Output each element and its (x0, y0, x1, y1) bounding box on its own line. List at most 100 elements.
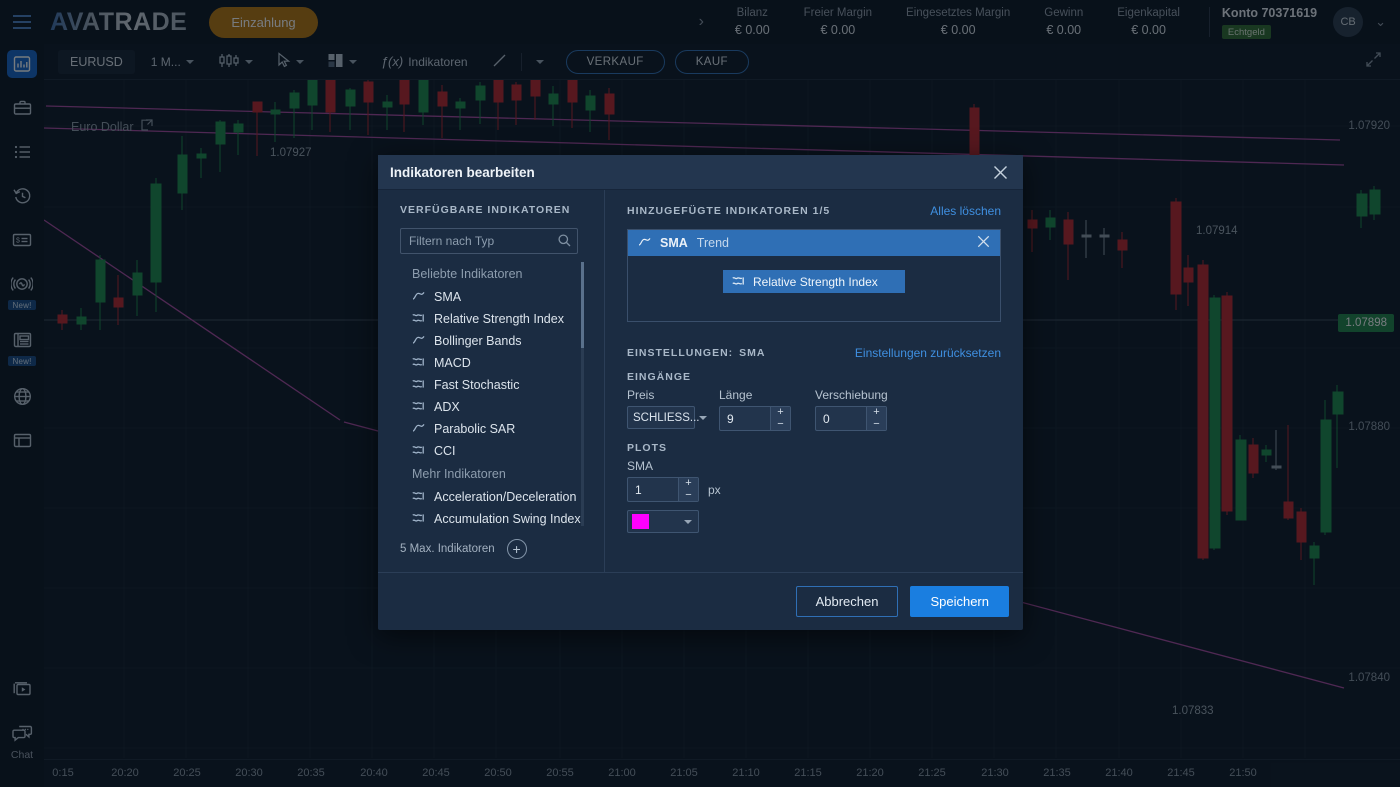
indicator-item-accumulation-swing-index[interactable]: Accumulation Swing Index (400, 508, 581, 526)
available-indicators-heading: VERFÜGBARE INDIKATOREN (400, 204, 571, 216)
dragging-indicator-ghost[interactable]: Relative Strength Index (723, 270, 905, 293)
add-indicator-button[interactable]: + (506, 539, 527, 559)
indicator-item-acceleration-deceleration[interactable]: Acceleration/Deceleration (400, 486, 578, 508)
max-indicators-label: 5 Max. Indikatoren (400, 543, 495, 555)
chevron-down-icon (684, 519, 692, 524)
trend-line-icon (412, 334, 425, 348)
indicator-item-adx[interactable]: ADX (400, 396, 578, 418)
oscillator-icon (412, 312, 425, 326)
reset-settings-link[interactable]: Einstellungen zurücksetzen (855, 346, 1001, 360)
offset-stepper[interactable]: + − (815, 406, 887, 431)
indicator-label: CCI (434, 444, 456, 458)
color-swatch (632, 514, 649, 529)
inputs-heading: EINGÄNGE (627, 371, 692, 383)
edit-indicators-dialog: Indikatoren bearbeiten VERFÜGBARE INDIKA… (378, 155, 1023, 630)
dialog-body: VERFÜGBARE INDIKATOREN Beliebte Indikato… (378, 190, 1023, 572)
settings-target: SMA (739, 347, 766, 359)
indicator-label: Fast Stochastic (434, 378, 520, 392)
plot-width-input[interactable] (628, 478, 678, 501)
length-field-group: Länge + − (719, 388, 791, 431)
added-indicators-header: HINZUGEFÜGTE INDIKATOREN 1/5 Alles lösch… (627, 204, 1001, 218)
plot-color-picker[interactable] (627, 510, 699, 533)
indicator-label: SMA (434, 290, 462, 304)
added-indicators-pane: HINZUGEFÜGTE INDIKATOREN 1/5 Alles lösch… (605, 190, 1023, 572)
indicator-label: MACD (434, 356, 471, 370)
offset-label: Verschiebung (815, 388, 888, 402)
indicator-label: Relative Strength Index (434, 312, 564, 326)
indicator-item-fast-stochastic[interactable]: Fast Stochastic (400, 374, 578, 396)
added-indicator-name: SMA (660, 236, 688, 250)
trend-line-icon (638, 236, 651, 250)
added-indicator-type: Trend (696, 236, 729, 250)
indicator-label: Bollinger Bands (434, 334, 522, 348)
indicator-group-label: Mehr Indikatoren (412, 467, 506, 481)
plot-width-stepper-buttons: + − (678, 478, 698, 501)
added-indicator-row[interactable]: SMA Trend (628, 230, 1000, 256)
dragging-indicator-label: Relative Strength Index (753, 274, 878, 289)
indicator-item-bollinger-bands[interactable]: Bollinger Bands (400, 330, 578, 352)
search-icon (558, 234, 571, 252)
length-input[interactable] (720, 407, 770, 430)
price-field-group: Preis SCHLIESS... (627, 388, 708, 431)
price-selected-value: SCHLIESS... (633, 411, 700, 424)
offset-increment-button[interactable]: + (867, 407, 886, 419)
plot-width-increment-button[interactable]: + (679, 478, 698, 490)
plot-width-decrement-button[interactable]: − (679, 489, 698, 502)
length-label: Länge (719, 388, 753, 402)
chevron-down-icon (699, 415, 708, 420)
offset-stepper-buttons: + − (866, 407, 886, 430)
max-indicators-footer: 5 Max. Indikatoren + (400, 526, 588, 572)
indicator-item-rsi[interactable]: Relative Strength Index (400, 308, 578, 330)
oscillator-icon (412, 400, 425, 414)
indicator-item-sma[interactable]: SMA (400, 286, 578, 308)
dialog-header: Indikatoren bearbeiten (378, 155, 1023, 190)
offset-input[interactable] (816, 407, 866, 430)
scrollbar-thumb[interactable] (581, 262, 584, 348)
length-stepper[interactable]: + − (719, 406, 791, 431)
close-icon[interactable] (989, 161, 1011, 183)
clear-all-link[interactable]: Alles löschen (930, 204, 1001, 218)
dialog-title: Indikatoren bearbeiten (390, 164, 535, 180)
indicator-label: Acceleration/Deceleration (434, 490, 577, 504)
indicator-label: Accumulation Swing Index (434, 512, 581, 526)
filter-input[interactable] (400, 228, 578, 254)
list-scrollbar[interactable] (581, 262, 584, 526)
added-indicators-heading: HINZUGEFÜGTE INDIKATOREN 1/5 (627, 205, 831, 217)
oscillator-icon (412, 356, 425, 370)
plot-name-label: SMA (627, 459, 654, 473)
price-label: Preis (627, 388, 655, 402)
oscillator-icon (412, 444, 425, 458)
app-root: AVATRADE Einzahlung › Bilanz € 0.00 Frei… (0, 0, 1400, 787)
oscillator-icon (412, 378, 425, 392)
indicator-list[interactable]: Beliebte Indikatoren SMA Relative Streng… (400, 262, 584, 526)
plot-width-stepper[interactable]: + − (627, 477, 699, 502)
length-increment-button[interactable]: + (771, 407, 790, 419)
indicator-item-macd[interactable]: MACD (400, 352, 578, 374)
indicator-label: Parabolic SAR (434, 422, 516, 436)
available-indicators-pane: VERFÜGBARE INDIKATOREN Beliebte Indikato… (378, 190, 605, 572)
oscillator-icon (732, 275, 745, 289)
length-decrement-button[interactable]: − (771, 418, 790, 431)
save-button[interactable]: Speichern (910, 586, 1009, 617)
price-select[interactable]: SCHLIESS... (627, 406, 708, 429)
dialog-footer: Abbrechen Speichern (378, 572, 1023, 630)
cancel-button[interactable]: Abbrechen (795, 586, 899, 617)
inputs-row: Preis SCHLIESS... Länge + − (627, 388, 1001, 431)
oscillator-icon (412, 490, 425, 504)
indicator-item-parabolic-sar[interactable]: Parabolic SAR (400, 418, 578, 440)
trend-line-icon (412, 290, 425, 304)
indicator-item-cci[interactable]: CCI (400, 440, 578, 462)
indicator-group-label: Beliebte Indikatoren (412, 267, 523, 281)
indicator-label: ADX (434, 400, 460, 414)
filter-field-wrapper (400, 228, 578, 254)
added-indicators-dropzone[interactable]: SMA Trend Relative Strength Index (627, 229, 1001, 322)
plots-heading: PLOTS (627, 442, 668, 454)
offset-decrement-button[interactable]: − (867, 418, 886, 431)
oscillator-icon (412, 512, 425, 526)
plot-width-unit: px (708, 482, 721, 497)
settings-header: EINSTELLUNGEN: SMA Einstellungen zurücks… (627, 346, 1001, 360)
settings-heading: EINSTELLUNGEN: (627, 347, 734, 359)
offset-field-group: Verschiebung + − (815, 388, 888, 431)
trend-line-icon (412, 422, 425, 436)
remove-indicator-icon[interactable] (977, 235, 990, 251)
